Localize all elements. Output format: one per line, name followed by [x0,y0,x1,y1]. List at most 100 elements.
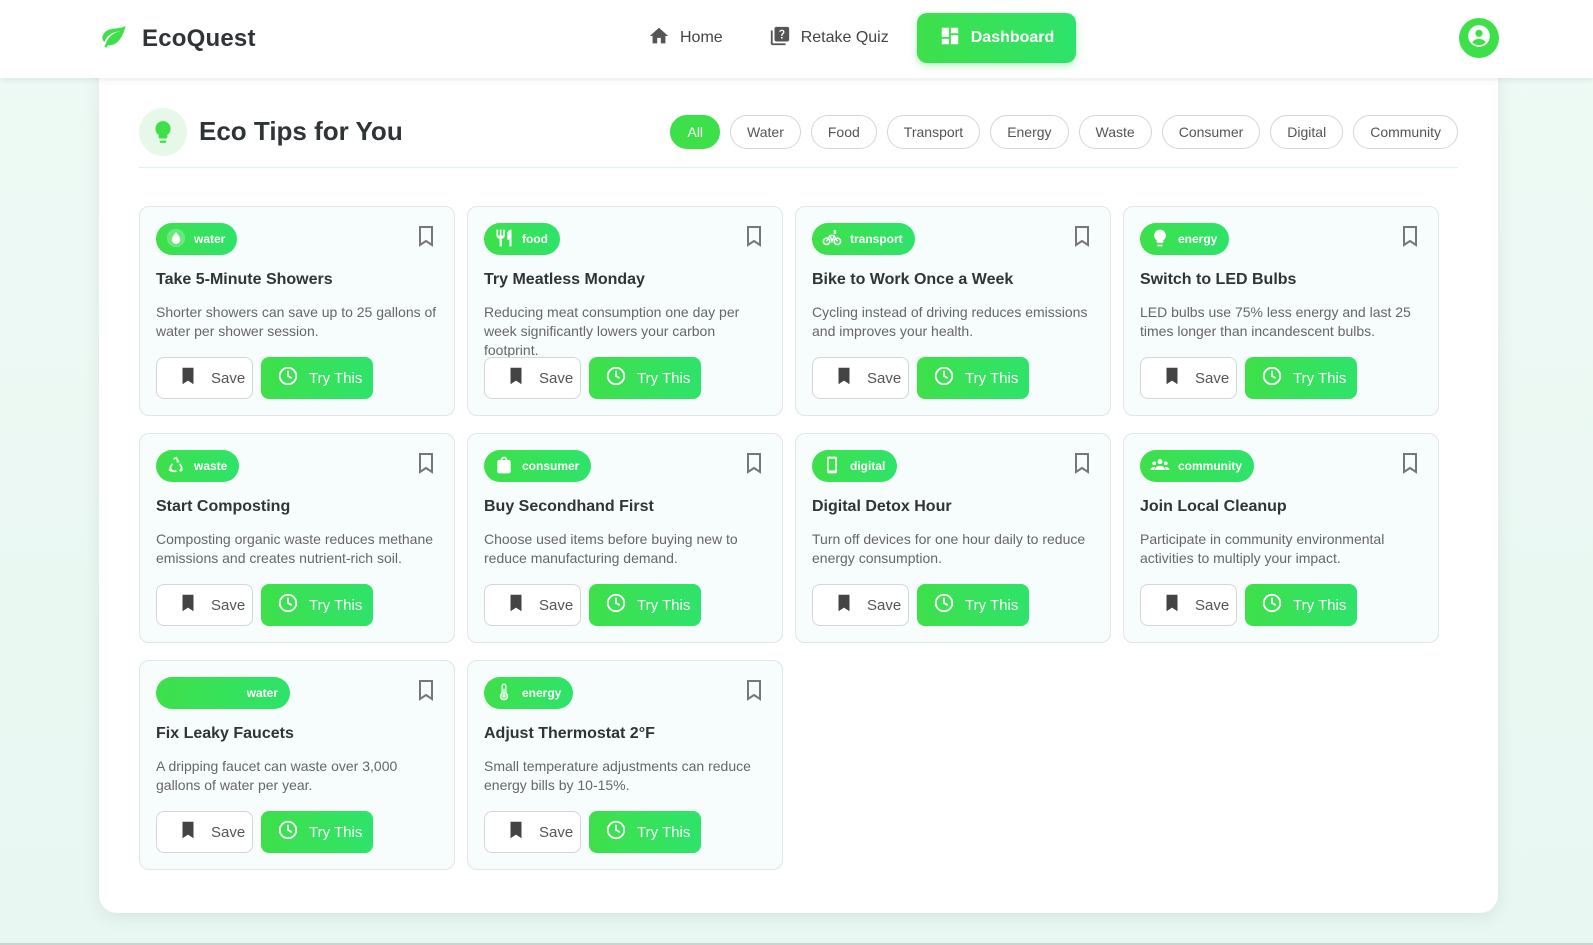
tip-description: Turn off devices for one hour daily to r… [812,531,1086,566]
recycle-icon [166,455,186,478]
dashboard-icon [939,25,961,52]
save-button[interactable]: Save [484,357,581,399]
filter-transport[interactable]: Transport [886,115,981,149]
brand[interactable]: EcoQuest [100,22,256,55]
badge-label: food [522,232,548,246]
tip-description: LED bulbs use 75% less energy and last 2… [1140,304,1411,339]
tip-description: Small temperature adjustments can reduce… [484,758,751,793]
tip-card: digital Digital Detox Hour Turn off devi… [795,433,1111,643]
water-drop-icon [166,228,186,251]
bookmark-icon[interactable] [744,452,764,474]
try-this-button[interactable]: Try This [589,811,701,853]
clock-icon [1261,365,1283,391]
nav-home[interactable]: Home [630,13,741,63]
tip-title: Bike to Work Once a Week [812,271,1014,288]
tip-title: Start Composting [156,498,291,515]
save-button[interactable]: Save [156,584,253,626]
filter-waste[interactable]: Waste [1078,115,1152,149]
try-label: Try This [965,369,1019,387]
tip-title: Join Local Cleanup [1140,498,1287,515]
save-label: Save [539,369,574,387]
save-label: Save [867,369,902,387]
people-icon [1150,455,1170,478]
filter-energy[interactable]: Energy [990,115,1069,149]
phone-icon [822,455,842,478]
filter-water[interactable]: Water [730,115,801,149]
save-button[interactable]: Save [1140,357,1237,399]
try-label: Try This [1293,596,1347,614]
clock-icon [1261,592,1283,618]
user-avatar-button[interactable] [1459,18,1499,58]
fork-knife-icon [494,228,514,251]
try-label: Try This [637,369,691,387]
bookmark-icon[interactable] [744,225,764,247]
tip-title: Digital Detox Hour [812,498,952,515]
save-button[interactable]: Save [156,811,253,853]
save-button[interactable]: Save [484,811,581,853]
leaf-icon [100,22,128,55]
category-badge: food [484,223,560,255]
bookmark-filled-icon [177,819,199,845]
try-label: Try This [965,596,1019,614]
bookmark-filled-icon [833,592,855,618]
save-button[interactable]: Save [812,584,909,626]
category-badge: consumer [484,450,592,482]
save-button[interactable]: Save [812,357,909,399]
user-avatar-icon [1466,23,1492,54]
nav-retake-quiz[interactable]: Retake Quiz [751,13,907,63]
save-button[interactable]: Save [484,584,581,626]
bookmark-filled-icon [833,365,855,391]
filter-community[interactable]: Community [1353,115,1458,149]
try-this-button[interactable]: Try This [589,584,701,626]
bookmark-icon[interactable] [744,679,764,701]
nav-dashboard[interactable]: Dashboard [916,13,1077,63]
category-badge: waste [156,450,240,482]
try-this-button[interactable]: Try This [1245,357,1357,399]
try-this-button[interactable]: Try This [917,584,1029,626]
lightbulb-icon [139,108,187,156]
filter-digital[interactable]: Digital [1270,115,1344,149]
filter-food[interactable]: Food [810,115,877,149]
try-this-button[interactable]: Try This [261,811,373,853]
try-this-button[interactable]: Try This [1245,584,1357,626]
category-badge: digital [812,450,898,482]
category-badge: community [1140,450,1255,482]
bookmark-icon[interactable] [416,225,436,247]
try-this-button[interactable]: Try This [261,584,373,626]
bookmark-icon[interactable] [1400,452,1420,474]
page-title: Eco Tips for You [199,116,403,146]
filter-consumer[interactable]: Consumer [1161,115,1261,149]
try-label: Try This [309,596,363,614]
bookmark-icon[interactable] [416,452,436,474]
tip-title: Adjust Thermostat 2°F [484,725,655,742]
filter-all[interactable]: All [670,115,721,149]
try-this-button[interactable]: Try This [917,357,1029,399]
save-button[interactable]: Save [156,357,253,399]
category-badge: water [156,677,290,709]
bookmark-icon[interactable] [1072,225,1092,247]
save-button[interactable]: Save [1140,584,1237,626]
try-label: Try This [309,823,363,841]
try-this-button[interactable]: Try This [261,357,373,399]
badge-label: digital [850,459,886,473]
nav-retake-quiz-label: Retake Quiz [800,29,889,46]
brand-name: EcoQuest [142,24,256,52]
bookmark-icon[interactable] [1400,225,1420,247]
thermometer-icon [494,682,514,705]
nav-home-label: Home [680,29,723,46]
bookmark-filled-icon [505,592,527,618]
clock-icon [933,592,955,618]
category-filters: All Water Food Transport Energy Waste Co… [670,115,1458,149]
tip-title: Take 5-Minute Showers [156,271,333,288]
save-label: Save [1195,369,1230,387]
bookmark-icon[interactable] [1072,452,1092,474]
shopping-bag-icon [494,455,514,478]
tip-description: Choose used items before buying new to r… [484,531,738,566]
save-label: Save [211,823,246,841]
try-label: Try This [637,596,691,614]
save-label: Save [211,596,246,614]
try-this-button[interactable]: Try This [589,357,701,399]
tip-card: water Fix Leaky Faucets A dripping fauce… [139,660,455,870]
try-label: Try This [1293,369,1347,387]
bookmark-icon[interactable] [416,679,436,701]
